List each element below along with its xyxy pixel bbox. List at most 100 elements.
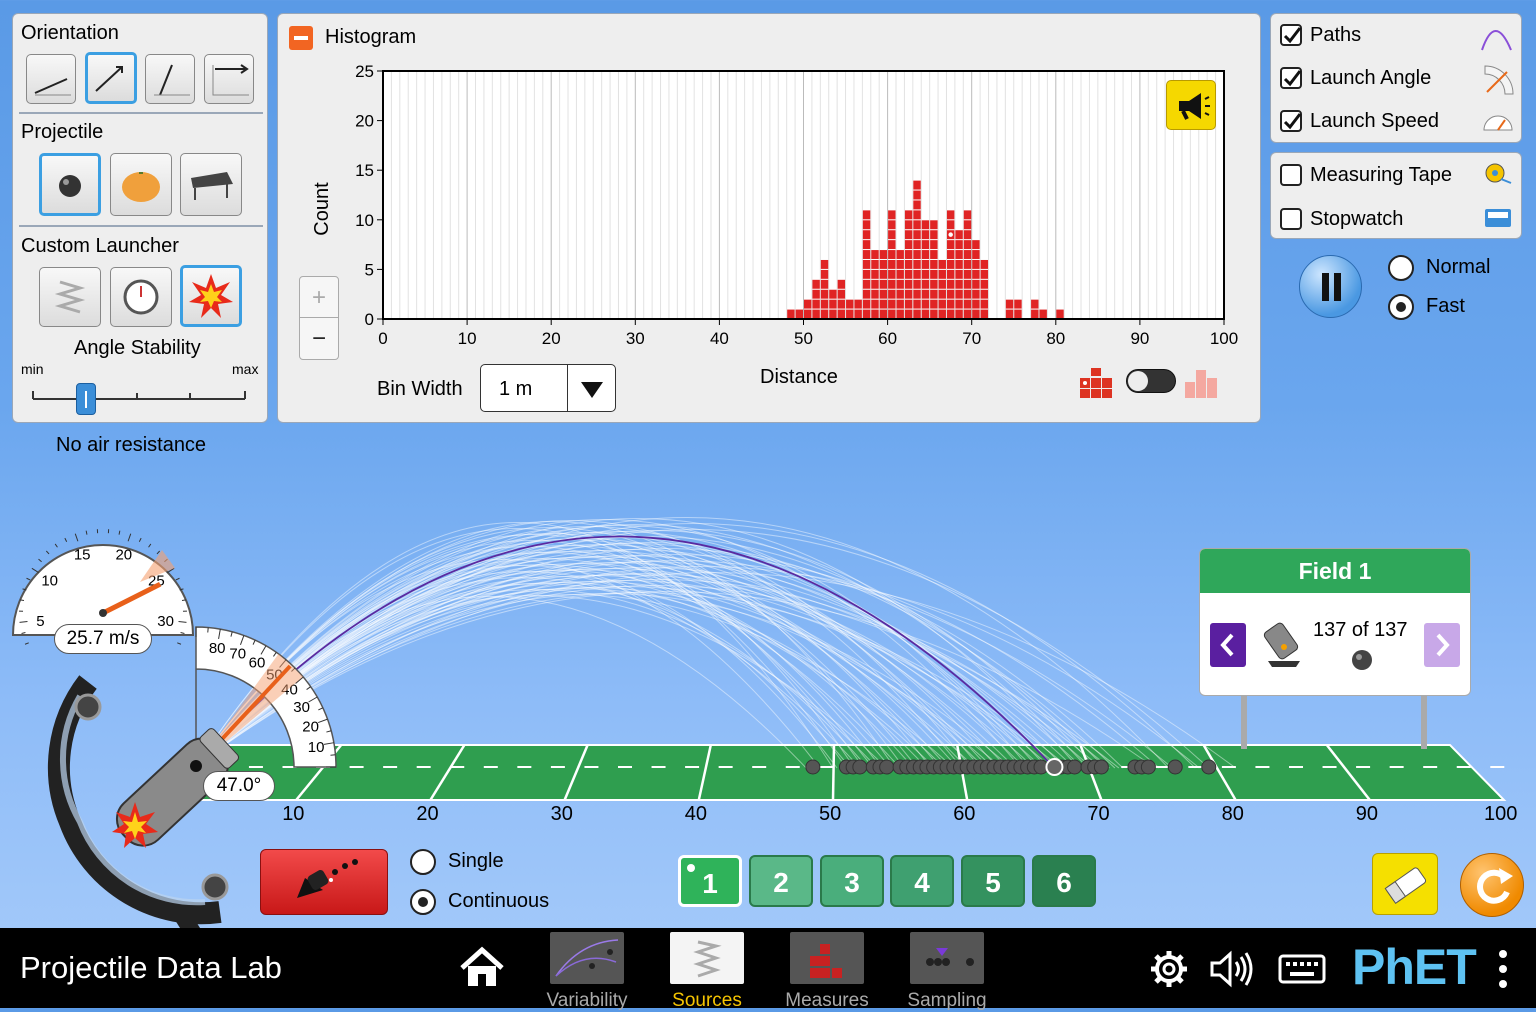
histogram-block — [913, 290, 920, 299]
tools-panel: Measuring Tape Stopwatch — [1270, 152, 1522, 239]
histogram-block — [913, 220, 920, 229]
orientation-high-button[interactable] — [145, 54, 195, 104]
sonify-button[interactable] — [1166, 80, 1216, 130]
home-icon[interactable] — [458, 946, 506, 988]
histogram-block — [905, 300, 912, 309]
cannonball-button[interactable] — [39, 153, 101, 216]
histogram-block — [922, 280, 929, 289]
stopwatch-checkbox[interactable] — [1280, 208, 1302, 230]
x-tick-label: 20 — [542, 329, 561, 348]
phet-logo[interactable]: PhET — [1352, 938, 1476, 996]
launch-button[interactable] — [260, 849, 388, 915]
field-button-2[interactable]: 2 — [749, 855, 813, 907]
gear-icon[interactable] — [1148, 948, 1190, 990]
histogram-block — [871, 300, 878, 309]
chevron-down-icon — [577, 377, 607, 401]
zoom-in-button[interactable]: + — [300, 277, 338, 318]
field-button-4[interactable]: 4 — [890, 855, 954, 907]
megaphone-icon — [1167, 81, 1217, 131]
menu-dots-icon[interactable] — [1494, 946, 1512, 992]
histogram-block — [913, 260, 920, 269]
eraser-button[interactable] — [1372, 853, 1438, 915]
histogram-block — [863, 210, 870, 219]
spring-launcher-button[interactable] — [39, 267, 101, 327]
field-button-6[interactable]: 6 — [1032, 855, 1096, 907]
histogram-block — [821, 260, 828, 269]
pause-icon — [1300, 256, 1363, 319]
reset-all-button[interactable] — [1460, 853, 1524, 917]
histogram-block — [897, 310, 904, 319]
histogram-block — [913, 270, 920, 279]
zoom-out-button[interactable]: − — [300, 318, 338, 359]
measuring-tape-icon — [1483, 161, 1513, 189]
speed-tick-label: 15 — [74, 547, 91, 564]
pumpkin-button[interactable] — [110, 153, 172, 216]
screen-measures-button[interactable]: Measures — [767, 932, 887, 1008]
keyboard-icon[interactable] — [1278, 952, 1326, 986]
field-axis-label: 80 — [1222, 803, 1244, 826]
histogram-block — [821, 290, 828, 299]
paths-checkbox[interactable] — [1280, 24, 1302, 46]
histogram-block — [905, 270, 912, 279]
histogram-block — [964, 230, 971, 239]
field-button-3[interactable]: 3 — [820, 855, 884, 907]
histogram-block — [812, 280, 819, 289]
fast-speed-radio[interactable] — [1388, 294, 1414, 320]
field-button-5[interactable]: 5 — [961, 855, 1025, 907]
x-tick-label: 60 — [878, 329, 897, 348]
histogram-block — [871, 250, 878, 259]
histogram-block — [888, 220, 895, 229]
histogram-block — [955, 250, 962, 259]
previous-launch-button[interactable] — [1210, 623, 1246, 667]
orientation-low-button[interactable] — [26, 54, 76, 104]
histogram-block — [821, 270, 828, 279]
orientation-flat-button[interactable] — [204, 54, 254, 104]
histogram-block — [905, 260, 912, 269]
orientation-mid-button[interactable] — [85, 52, 137, 104]
histogram-block — [913, 200, 920, 209]
continuous-launch-label: Continuous — [448, 890, 549, 913]
histogram-block — [930, 250, 937, 259]
histogram-block — [897, 270, 904, 279]
normal-speed-radio[interactable] — [1388, 255, 1414, 281]
histogram-block — [905, 230, 912, 239]
sound-icon[interactable] — [1208, 948, 1256, 990]
launch-speed-checkbox[interactable] — [1280, 110, 1302, 132]
screen-variability-button[interactable]: Variability — [527, 932, 647, 1008]
histogram-block — [972, 250, 979, 259]
piano-button[interactable] — [180, 153, 242, 216]
pause-button[interactable] — [1299, 255, 1362, 318]
representation-toggle[interactable] — [1126, 369, 1176, 393]
histogram-block — [955, 230, 962, 239]
pressure-launcher-button[interactable] — [110, 267, 172, 327]
explosive-launcher-button[interactable] — [180, 265, 242, 327]
field-button-1[interactable]: 1 — [678, 855, 742, 907]
histogram-block — [947, 250, 954, 259]
histogram-block — [964, 210, 971, 219]
x-tick-label: 30 — [626, 329, 645, 348]
speed-tick — [27, 578, 31, 580]
screen-sources-button[interactable]: Sources — [647, 932, 767, 1008]
histogram-block — [947, 310, 954, 319]
sign-post — [1421, 694, 1427, 749]
speed-tick — [32, 568, 39, 572]
screen-sampling-button[interactable]: Sampling — [887, 932, 1007, 1008]
next-launch-button[interactable] — [1424, 623, 1460, 667]
reset-icon — [1461, 854, 1525, 918]
continuous-launch-radio[interactable] — [410, 889, 436, 915]
speed-tick — [119, 531, 120, 535]
measuring-tape-checkbox[interactable] — [1280, 164, 1302, 186]
launch-angle-label: Launch Angle — [1310, 67, 1431, 90]
histogram-block — [930, 260, 937, 269]
single-launch-radio[interactable] — [410, 849, 436, 875]
slider-max-label: max — [232, 361, 258, 377]
angle-stability-slider-thumb[interactable] — [76, 383, 96, 415]
landed-projectile — [880, 760, 894, 774]
histogram-block — [821, 280, 828, 289]
histogram-block — [972, 260, 979, 269]
launch-angle-checkbox[interactable] — [1280, 67, 1302, 89]
histogram-block — [955, 290, 962, 299]
histogram-block — [972, 270, 979, 279]
x-tick-label: 0 — [378, 329, 387, 348]
bin-width-select[interactable]: 1 m — [480, 364, 616, 412]
